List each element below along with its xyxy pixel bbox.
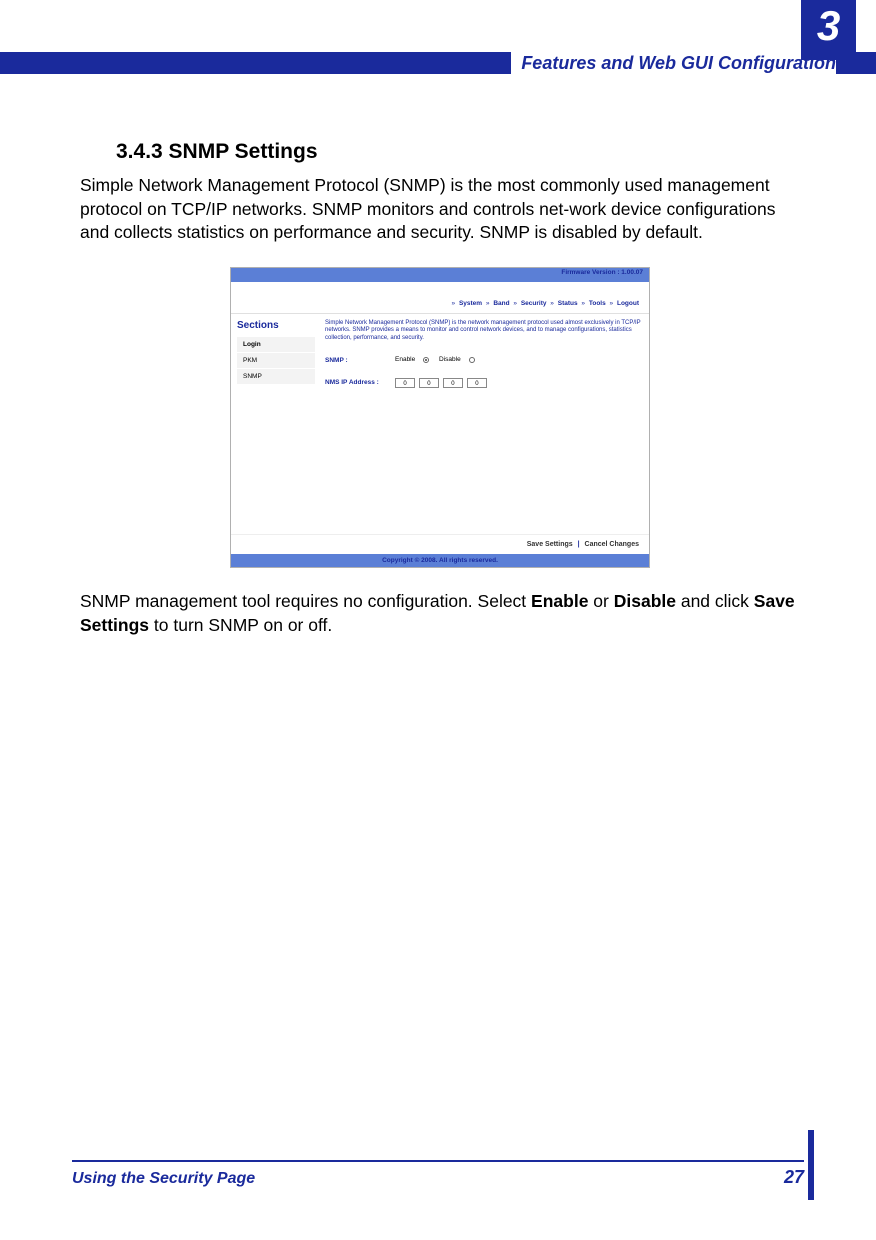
screenshot-topbar: Firmware Version : 1.00.07 <box>231 268 649 282</box>
footer-rule <box>72 1160 804 1162</box>
nav-band[interactable]: Band <box>493 300 509 307</box>
p2-mid1: or <box>588 591 613 611</box>
disable-label: Disable <box>439 356 461 363</box>
cancel-changes-button[interactable]: Cancel Changes <box>585 541 639 548</box>
nav-system[interactable]: System <box>459 300 482 307</box>
snmp-radio-group: Enable Disable <box>395 356 477 363</box>
nav-sep-icon: » <box>452 300 456 307</box>
sidebar-item-login[interactable]: Login <box>237 337 315 353</box>
enable-label: Enable <box>395 356 415 363</box>
ip-input-group: 0 0 0 0 <box>395 378 489 388</box>
header-band: Features and Web GUI Configuration <box>0 52 876 74</box>
nav-sep-icon: » <box>581 300 585 307</box>
p2-post: to turn SNMP on or off. <box>149 615 332 635</box>
nav-sep-icon: » <box>550 300 554 307</box>
screenshot-main: Simple Network Management Protocol (SNMP… <box>321 314 649 534</box>
footer-page-number: 27 <box>784 1167 804 1188</box>
action-divider: | <box>578 541 580 548</box>
screenshot-body: Sections Login PKM SNMP Simple Network M… <box>231 314 649 534</box>
screenshot-navbar: » System » Band » Security » Status » To… <box>231 282 649 314</box>
nav-logout[interactable]: Logout <box>617 300 639 307</box>
snmp-field-label: SNMP : <box>325 357 395 364</box>
paragraph-1: Simple Network Management Protocol (SNMP… <box>80 174 800 245</box>
screenshot-sidebar: Sections Login PKM SNMP <box>231 314 321 534</box>
save-settings-button[interactable]: Save Settings <box>527 541 573 548</box>
radio-enable[interactable] <box>423 357 429 363</box>
chapter-title: Features and Web GUI Configuration <box>511 52 836 74</box>
snmp-description: Simple Network Management Protocol (SNMP… <box>325 320 641 343</box>
nav-status[interactable]: Status <box>558 300 578 307</box>
sidebar-item-pkm[interactable]: PKM <box>237 353 315 369</box>
p2-disable: Disable <box>614 591 676 611</box>
p2-pre: SNMP management tool requires no configu… <box>80 591 531 611</box>
sidebar-title: Sections <box>237 320 315 331</box>
ip-octet-1[interactable]: 0 <box>395 378 415 388</box>
body: 3.4.3 SNMP Settings Simple Network Manag… <box>80 140 800 655</box>
ip-octet-3[interactable]: 0 <box>443 378 463 388</box>
nav-sep-icon: » <box>610 300 614 307</box>
nms-ip-row: NMS IP Address : 0 0 0 0 <box>325 378 641 388</box>
nav-tools[interactable]: Tools <box>589 300 606 307</box>
screenshot-actions: Save Settings | Cancel Changes <box>231 534 649 554</box>
screenshot-copyright: Copyright © 2008. All rights reserved. <box>231 554 649 567</box>
nav-sep-icon: » <box>513 300 517 307</box>
radio-disable[interactable] <box>469 357 475 363</box>
firmware-label: Firmware Version : 1.00.07 <box>561 269 643 276</box>
screenshot-mock: Firmware Version : 1.00.07 » System » Ba… <box>230 267 650 568</box>
chapter-number: 3 <box>801 0 856 60</box>
snmp-field-row: SNMP : Enable Disable <box>325 356 641 363</box>
p2-mid2: and click <box>676 591 754 611</box>
nav-sep-icon: » <box>486 300 490 307</box>
footer-right-accent <box>808 1130 814 1200</box>
p2-enable: Enable <box>531 591 588 611</box>
nms-ip-label: NMS IP Address : <box>325 379 395 386</box>
ip-octet-4[interactable]: 0 <box>467 378 487 388</box>
sidebar-item-snmp[interactable]: SNMP <box>237 369 315 385</box>
paragraph-2: SNMP management tool requires no configu… <box>80 590 800 637</box>
nav-security[interactable]: Security <box>521 300 547 307</box>
ip-octet-2[interactable]: 0 <box>419 378 439 388</box>
footer-section-title: Using the Security Page <box>72 1170 255 1188</box>
section-heading: 3.4.3 SNMP Settings <box>116 140 800 164</box>
